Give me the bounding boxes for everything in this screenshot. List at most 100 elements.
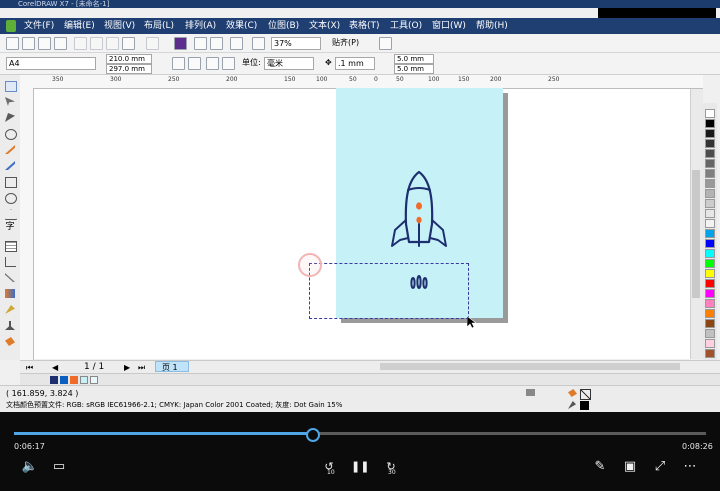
skip-back-icon[interactable]: ↺ 10 bbox=[320, 458, 338, 476]
table-tool-icon[interactable] bbox=[5, 241, 17, 252]
print-icon[interactable] bbox=[54, 37, 67, 50]
dimension-tool-icon[interactable] bbox=[5, 257, 16, 267]
vertical-scrollbar-thumb[interactable] bbox=[692, 170, 700, 298]
next-page-icon[interactable]: ▶ bbox=[124, 362, 130, 373]
palette-swatch[interactable] bbox=[705, 349, 715, 358]
outline-pen-icon[interactable] bbox=[568, 401, 576, 409]
palette-swatch[interactable] bbox=[705, 279, 715, 288]
page-width-field[interactable]: 210.0 mm bbox=[106, 54, 152, 64]
save-icon[interactable] bbox=[38, 37, 51, 50]
export-icon[interactable] bbox=[210, 37, 223, 50]
palette-swatch[interactable] bbox=[705, 169, 715, 178]
zoom-tool-icon[interactable] bbox=[5, 129, 17, 140]
fullscreen-icon[interactable]: ⤢ bbox=[651, 458, 669, 476]
doc-swatch-light[interactable] bbox=[90, 376, 98, 384]
menu-file[interactable]: 文件(F) bbox=[24, 20, 54, 32]
open-icon[interactable] bbox=[22, 37, 35, 50]
menu-view[interactable]: 视图(V) bbox=[104, 20, 135, 32]
menu-window[interactable]: 窗口(W) bbox=[432, 20, 466, 32]
menu-table[interactable]: 表格(T) bbox=[349, 20, 380, 32]
copy-icon[interactable] bbox=[90, 37, 103, 50]
fill-indicator-icon[interactable] bbox=[526, 389, 535, 396]
palette-swatch[interactable] bbox=[705, 259, 715, 268]
palette-swatch[interactable] bbox=[705, 289, 715, 298]
menu-bitmaps[interactable]: 位图(B) bbox=[268, 20, 299, 32]
current-page-icon[interactable] bbox=[222, 57, 235, 70]
no-fill-icon[interactable] bbox=[580, 389, 591, 400]
palette-swatch[interactable] bbox=[705, 149, 715, 158]
palette-swatch[interactable] bbox=[705, 189, 715, 198]
palette-swatch[interactable] bbox=[705, 159, 715, 168]
more-options-icon[interactable]: ⋯ bbox=[681, 458, 699, 476]
paste-icon[interactable] bbox=[106, 37, 119, 50]
shape-tool-icon[interactable] bbox=[5, 97, 15, 106]
menu-effects[interactable]: 效果(C) bbox=[226, 20, 257, 32]
captions-icon[interactable]: ▭ bbox=[50, 458, 68, 476]
menu-text[interactable]: 文本(X) bbox=[309, 20, 340, 32]
units-select[interactable]: 毫米 bbox=[264, 57, 314, 70]
palette-swatch[interactable] bbox=[705, 239, 715, 248]
page-tab[interactable]: 页 1 bbox=[155, 361, 189, 372]
palette-swatch[interactable] bbox=[705, 139, 715, 148]
prev-page-icon[interactable]: ◀ bbox=[52, 362, 58, 373]
horizontal-scrollbar-thumb[interactable] bbox=[380, 363, 680, 370]
mini-view-icon[interactable]: ▣ bbox=[621, 458, 639, 476]
palette-swatch[interactable] bbox=[705, 119, 715, 128]
palette-swatch[interactable] bbox=[705, 209, 715, 218]
edit-pencil-icon[interactable]: ✎ bbox=[591, 458, 609, 476]
seek-bar-handle[interactable] bbox=[306, 428, 320, 442]
palette-swatch[interactable] bbox=[705, 269, 715, 278]
palette-swatch[interactable] bbox=[705, 129, 715, 138]
menu-edit[interactable]: 编辑(E) bbox=[64, 20, 95, 32]
menu-help[interactable]: 帮助(H) bbox=[476, 20, 508, 32]
pick-tool-icon[interactable] bbox=[5, 81, 17, 92]
page-height-field[interactable]: 297.0 mm bbox=[106, 64, 152, 74]
freehand-tool-icon[interactable] bbox=[5, 145, 15, 154]
palette-swatch[interactable] bbox=[705, 219, 715, 228]
doc-swatch-navy[interactable] bbox=[50, 376, 58, 384]
volume-icon[interactable]: 🔈 bbox=[21, 458, 39, 476]
publish-pdf-icon[interactable] bbox=[230, 37, 243, 50]
palette-swatch[interactable] bbox=[705, 109, 715, 118]
palette-swatch[interactable] bbox=[705, 319, 715, 328]
redo-icon[interactable] bbox=[146, 37, 159, 50]
skip-forward-icon[interactable]: ↻ 30 bbox=[382, 458, 400, 476]
undo-icon[interactable] bbox=[122, 37, 135, 50]
crop-tool-icon[interactable] bbox=[5, 113, 15, 122]
interactive-fill-icon[interactable] bbox=[5, 337, 15, 346]
all-pages-icon[interactable] bbox=[206, 57, 219, 70]
fill-bucket-icon[interactable] bbox=[568, 389, 577, 397]
menu-layout[interactable]: 布局(L) bbox=[144, 20, 174, 32]
palette-swatch[interactable] bbox=[705, 309, 715, 318]
blend-tool-icon[interactable] bbox=[5, 289, 15, 298]
menu-tools[interactable]: 工具(O) bbox=[390, 20, 422, 32]
portrait-icon[interactable] bbox=[172, 57, 185, 70]
doc-swatch-blue[interactable] bbox=[60, 376, 68, 384]
last-page-icon[interactable]: ⏭ bbox=[138, 362, 145, 373]
application-launcher-icon[interactable] bbox=[252, 37, 265, 50]
doc-swatch-cyan[interactable] bbox=[80, 376, 88, 384]
zoom-level-select[interactable]: 37% bbox=[271, 37, 321, 50]
doc-swatch-orange[interactable] bbox=[70, 376, 78, 384]
snap-to-button[interactable]: 贴齐(P) bbox=[332, 37, 359, 48]
palette-swatch[interactable] bbox=[705, 249, 715, 258]
connector-tool-icon[interactable] bbox=[5, 273, 15, 282]
palette-swatch[interactable] bbox=[705, 199, 715, 208]
import-icon[interactable] bbox=[194, 37, 207, 50]
palette-swatch[interactable] bbox=[705, 229, 715, 238]
options-gear-icon[interactable] bbox=[379, 37, 392, 50]
new-document-icon[interactable] bbox=[6, 37, 19, 50]
palette-swatch[interactable] bbox=[705, 179, 715, 188]
polygon-tool-icon[interactable] bbox=[5, 209, 17, 220]
nudge-distance-field[interactable]: .1 mm bbox=[335, 57, 375, 70]
pause-icon[interactable]: ❚❚ bbox=[351, 458, 369, 476]
landscape-icon[interactable] bbox=[188, 57, 201, 70]
transparency-tool-icon[interactable] bbox=[5, 305, 15, 314]
color-profile-info[interactable]: 文档颜色预置文件: RGB: sRGB IEC61966-2.1; CMYK: … bbox=[6, 400, 342, 411]
palette-swatch[interactable] bbox=[705, 299, 715, 308]
palette-swatch[interactable] bbox=[705, 339, 715, 348]
duplicate-distance-x-field[interactable]: 5.0 mm bbox=[394, 54, 434, 64]
menu-arrange[interactable]: 排列(A) bbox=[185, 20, 216, 32]
first-page-icon[interactable]: ⏮ bbox=[26, 362, 33, 373]
artistic-media-icon[interactable] bbox=[5, 161, 15, 170]
